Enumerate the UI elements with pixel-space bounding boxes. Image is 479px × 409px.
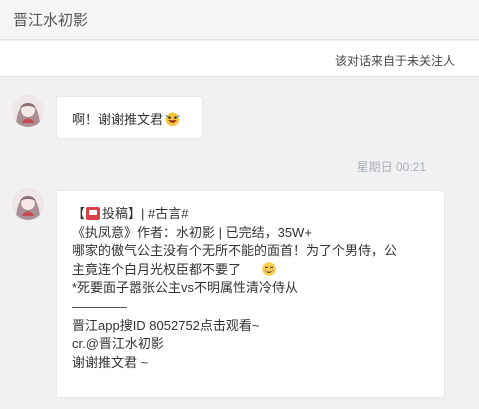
avatar[interactable] (12, 95, 44, 127)
avatar-image (12, 188, 44, 220)
message-bubble[interactable]: 啊！谢谢推文君 (56, 96, 203, 139)
message-line: 【投稿】| #古言# (72, 206, 189, 221)
chat-header: 晋江水初影 (0, 0, 479, 40)
message-line: 谢谢推文君 ~ (72, 354, 149, 370)
message-line: 《执凤意》作者：水初影 | 已完结，35W+ (72, 224, 312, 240)
grinning-face-icon (165, 112, 180, 127)
avatar-image (12, 95, 44, 127)
message-timestamp: 星期日 00:21 (356, 160, 426, 174)
smug-face-icon (262, 261, 276, 276)
message-line: cr.@晋江水初影 (72, 336, 164, 352)
message-line: *死要面子嚣张公主vs不明属性清冷侍从 (72, 280, 299, 296)
message-line: 晋江app搜ID 8052752点击观看~ (72, 317, 260, 333)
message-text: 啊！谢谢推文君 (72, 109, 181, 128)
message-line: 主竟连个白月光权臣都不要了 (72, 261, 397, 280)
message-line: 哪家的傲气公主没有个无所不能的面首！为了个男侍，公 (72, 243, 398, 259)
avatar[interactable] (12, 188, 44, 220)
message-text: 【投稿】| #古言# 《执凤意》作者：水初影 | 已完结，35W+ 哪家的傲气公… (72, 205, 397, 372)
chat-title: 晋江水初影 (13, 12, 89, 29)
mailbox-icon (86, 207, 101, 220)
stranger-notice: 该对话来自于未关注人 (334, 54, 455, 68)
message-bubble[interactable]: 【投稿】| #古言# 《执凤意》作者：水初影 | 已完结，35W+ 哪家的傲气公… (56, 190, 445, 398)
notice-bar: 该对话来自于未关注人 (0, 41, 479, 77)
separator-line (72, 298, 397, 317)
